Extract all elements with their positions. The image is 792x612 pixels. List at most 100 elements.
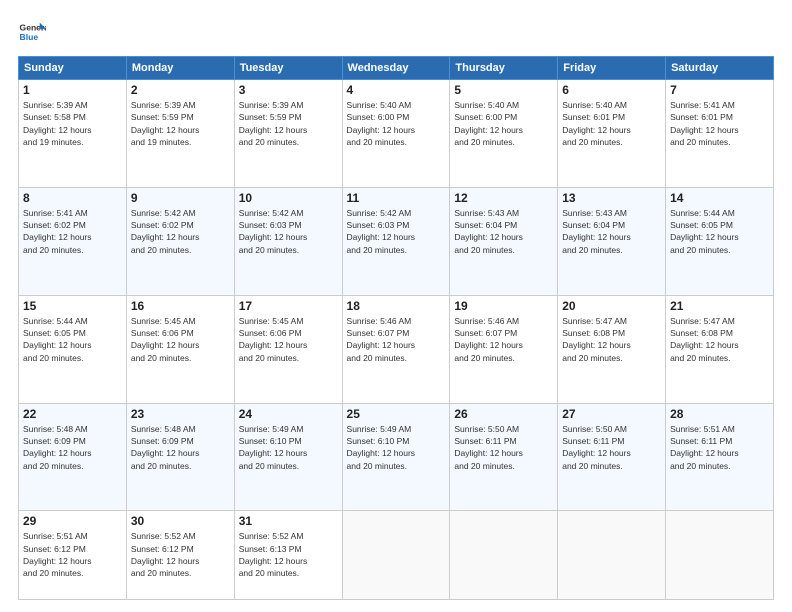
day-cell-25: 25 Sunrise: 5:49 AMSunset: 6:10 PMDaylig…	[342, 403, 450, 511]
day-number: 27	[562, 407, 661, 421]
day-detail: Sunrise: 5:47 AMSunset: 6:08 PMDaylight:…	[562, 316, 631, 363]
day-number: 12	[454, 191, 553, 205]
day-number: 30	[131, 514, 230, 528]
day-detail: Sunrise: 5:39 AMSunset: 5:59 PMDaylight:…	[239, 100, 308, 147]
day-cell-30: 30 Sunrise: 5:52 AMSunset: 6:12 PMDaylig…	[126, 511, 234, 600]
day-number: 23	[131, 407, 230, 421]
day-cell-10: 10 Sunrise: 5:42 AMSunset: 6:03 PMDaylig…	[234, 187, 342, 295]
day-detail: Sunrise: 5:41 AMSunset: 6:01 PMDaylight:…	[670, 100, 739, 147]
day-detail: Sunrise: 5:42 AMSunset: 6:02 PMDaylight:…	[131, 208, 200, 255]
day-header-friday: Friday	[558, 57, 666, 80]
day-detail: Sunrise: 5:39 AMSunset: 5:58 PMDaylight:…	[23, 100, 92, 147]
day-cell-11: 11 Sunrise: 5:42 AMSunset: 6:03 PMDaylig…	[342, 187, 450, 295]
day-cell-1: 1 Sunrise: 5:39 AMSunset: 5:58 PMDayligh…	[19, 80, 127, 188]
day-header-thursday: Thursday	[450, 57, 558, 80]
day-cell-31: 31 Sunrise: 5:52 AMSunset: 6:13 PMDaylig…	[234, 511, 342, 600]
page: General Blue SundayMondayTuesdayWednesda…	[0, 0, 792, 612]
day-number: 11	[347, 191, 446, 205]
day-cell-9: 9 Sunrise: 5:42 AMSunset: 6:02 PMDayligh…	[126, 187, 234, 295]
day-cell-5: 5 Sunrise: 5:40 AMSunset: 6:00 PMDayligh…	[450, 80, 558, 188]
day-detail: Sunrise: 5:51 AMSunset: 6:12 PMDaylight:…	[23, 531, 92, 578]
day-header-sunday: Sunday	[19, 57, 127, 80]
day-detail: Sunrise: 5:50 AMSunset: 6:11 PMDaylight:…	[454, 424, 523, 471]
day-number: 13	[562, 191, 661, 205]
day-number: 9	[131, 191, 230, 205]
day-cell-2: 2 Sunrise: 5:39 AMSunset: 5:59 PMDayligh…	[126, 80, 234, 188]
day-header-wednesday: Wednesday	[342, 57, 450, 80]
day-cell-18: 18 Sunrise: 5:46 AMSunset: 6:07 PMDaylig…	[342, 295, 450, 403]
day-number: 16	[131, 299, 230, 313]
day-number: 17	[239, 299, 338, 313]
day-number: 14	[670, 191, 769, 205]
day-cell-15: 15 Sunrise: 5:44 AMSunset: 6:05 PMDaylig…	[19, 295, 127, 403]
day-cell-12: 12 Sunrise: 5:43 AMSunset: 6:04 PMDaylig…	[450, 187, 558, 295]
day-detail: Sunrise: 5:45 AMSunset: 6:06 PMDaylight:…	[239, 316, 308, 363]
empty-cell	[450, 511, 558, 600]
day-number: 8	[23, 191, 122, 205]
day-number: 26	[454, 407, 553, 421]
day-number: 31	[239, 514, 338, 528]
day-number: 2	[131, 83, 230, 97]
day-detail: Sunrise: 5:40 AMSunset: 6:01 PMDaylight:…	[562, 100, 631, 147]
day-detail: Sunrise: 5:46 AMSunset: 6:07 PMDaylight:…	[347, 316, 416, 363]
day-cell-19: 19 Sunrise: 5:46 AMSunset: 6:07 PMDaylig…	[450, 295, 558, 403]
header: General Blue	[18, 18, 774, 46]
svg-text:Blue: Blue	[20, 32, 39, 42]
day-detail: Sunrise: 5:49 AMSunset: 6:10 PMDaylight:…	[347, 424, 416, 471]
day-detail: Sunrise: 5:40 AMSunset: 6:00 PMDaylight:…	[454, 100, 523, 147]
day-number: 22	[23, 407, 122, 421]
day-detail: Sunrise: 5:50 AMSunset: 6:11 PMDaylight:…	[562, 424, 631, 471]
day-number: 3	[239, 83, 338, 97]
day-cell-23: 23 Sunrise: 5:48 AMSunset: 6:09 PMDaylig…	[126, 403, 234, 511]
day-detail: Sunrise: 5:44 AMSunset: 6:05 PMDaylight:…	[23, 316, 92, 363]
day-cell-20: 20 Sunrise: 5:47 AMSunset: 6:08 PMDaylig…	[558, 295, 666, 403]
day-number: 19	[454, 299, 553, 313]
day-number: 28	[670, 407, 769, 421]
day-cell-13: 13 Sunrise: 5:43 AMSunset: 6:04 PMDaylig…	[558, 187, 666, 295]
day-detail: Sunrise: 5:52 AMSunset: 6:13 PMDaylight:…	[239, 531, 308, 578]
day-number: 15	[23, 299, 122, 313]
day-number: 25	[347, 407, 446, 421]
day-cell-7: 7 Sunrise: 5:41 AMSunset: 6:01 PMDayligh…	[666, 80, 774, 188]
day-detail: Sunrise: 5:39 AMSunset: 5:59 PMDaylight:…	[131, 100, 200, 147]
day-cell-4: 4 Sunrise: 5:40 AMSunset: 6:00 PMDayligh…	[342, 80, 450, 188]
logo-icon: General Blue	[18, 18, 46, 46]
day-cell-24: 24 Sunrise: 5:49 AMSunset: 6:10 PMDaylig…	[234, 403, 342, 511]
day-number: 29	[23, 514, 122, 528]
day-number: 7	[670, 83, 769, 97]
day-detail: Sunrise: 5:48 AMSunset: 6:09 PMDaylight:…	[23, 424, 92, 471]
empty-cell	[342, 511, 450, 600]
day-cell-14: 14 Sunrise: 5:44 AMSunset: 6:05 PMDaylig…	[666, 187, 774, 295]
day-cell-29: 29 Sunrise: 5:51 AMSunset: 6:12 PMDaylig…	[19, 511, 127, 600]
day-detail: Sunrise: 5:46 AMSunset: 6:07 PMDaylight:…	[454, 316, 523, 363]
day-cell-26: 26 Sunrise: 5:50 AMSunset: 6:11 PMDaylig…	[450, 403, 558, 511]
day-detail: Sunrise: 5:42 AMSunset: 6:03 PMDaylight:…	[347, 208, 416, 255]
day-number: 1	[23, 83, 122, 97]
day-detail: Sunrise: 5:48 AMSunset: 6:09 PMDaylight:…	[131, 424, 200, 471]
calendar-table: SundayMondayTuesdayWednesdayThursdayFrid…	[18, 56, 774, 600]
day-detail: Sunrise: 5:41 AMSunset: 6:02 PMDaylight:…	[23, 208, 92, 255]
day-cell-6: 6 Sunrise: 5:40 AMSunset: 6:01 PMDayligh…	[558, 80, 666, 188]
day-number: 24	[239, 407, 338, 421]
day-number: 20	[562, 299, 661, 313]
day-header-saturday: Saturday	[666, 57, 774, 80]
day-detail: Sunrise: 5:52 AMSunset: 6:12 PMDaylight:…	[131, 531, 200, 578]
day-detail: Sunrise: 5:49 AMSunset: 6:10 PMDaylight:…	[239, 424, 308, 471]
day-number: 10	[239, 191, 338, 205]
day-cell-17: 17 Sunrise: 5:45 AMSunset: 6:06 PMDaylig…	[234, 295, 342, 403]
logo: General Blue	[18, 18, 46, 46]
day-cell-22: 22 Sunrise: 5:48 AMSunset: 6:09 PMDaylig…	[19, 403, 127, 511]
day-detail: Sunrise: 5:43 AMSunset: 6:04 PMDaylight:…	[454, 208, 523, 255]
day-detail: Sunrise: 5:42 AMSunset: 6:03 PMDaylight:…	[239, 208, 308, 255]
day-header-monday: Monday	[126, 57, 234, 80]
day-number: 4	[347, 83, 446, 97]
day-number: 5	[454, 83, 553, 97]
day-detail: Sunrise: 5:47 AMSunset: 6:08 PMDaylight:…	[670, 316, 739, 363]
day-cell-27: 27 Sunrise: 5:50 AMSunset: 6:11 PMDaylig…	[558, 403, 666, 511]
day-detail: Sunrise: 5:51 AMSunset: 6:11 PMDaylight:…	[670, 424, 739, 471]
day-header-tuesday: Tuesday	[234, 57, 342, 80]
day-detail: Sunrise: 5:40 AMSunset: 6:00 PMDaylight:…	[347, 100, 416, 147]
day-number: 21	[670, 299, 769, 313]
empty-cell	[558, 511, 666, 600]
day-cell-3: 3 Sunrise: 5:39 AMSunset: 5:59 PMDayligh…	[234, 80, 342, 188]
